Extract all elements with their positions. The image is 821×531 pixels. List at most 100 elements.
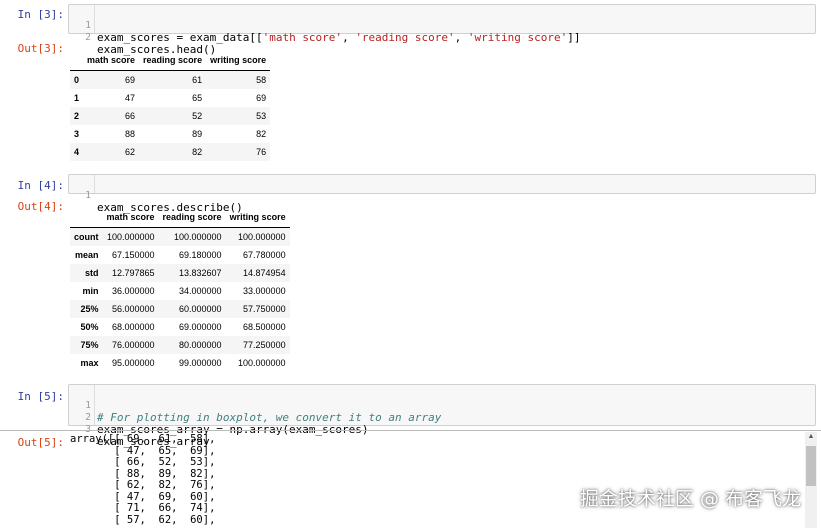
code-line: 1 exam_scores = exam_data[['math score',… [69, 8, 815, 44]
table-cell: 34.000000 [179, 286, 222, 296]
code-line: 2 exam_scores.head() [69, 20, 815, 56]
code-line: 3 exam_scores_array [69, 412, 815, 448]
table-cell: 60.000000 [179, 304, 222, 314]
table-cell: 57.750000 [243, 304, 286, 314]
table-cell: 65 [192, 93, 203, 103]
output-prompt-4: Out[4]: [17, 200, 64, 213]
watermark: 掘金技术社区 @ 布客飞龙 [579, 488, 801, 510]
input-prompt-3: In [3]: [17, 8, 64, 21]
table-cell: 67.780000 [243, 250, 286, 260]
code-input-cell-5[interactable]: 1 # For plotting in boxplot, we convert … [68, 384, 816, 448]
table-cell: 100.000000 [238, 358, 286, 368]
table-row: 4 62 82 76 [70, 143, 271, 161]
array-output-text: array([[ 69, 61, 58], [ 47, 65, 69], [ 6… [70, 433, 216, 526]
code-input-cell-3[interactable]: 1 exam_scores = exam_data[['math score',… [68, 4, 816, 56]
table-row: 2 66 52 53 [70, 107, 271, 125]
table-cell: 80.000000 [179, 340, 222, 350]
table-cell: 61 [192, 75, 203, 85]
table-cell: 95.000000 [111, 358, 155, 368]
head-dataframe-table: math score reading score writing score 0 69… [70, 50, 271, 161]
table-cell: 62 [125, 147, 136, 157]
column-header [70, 50, 84, 71]
row-index: 2 [74, 111, 80, 121]
table-cell: 100.000000 [106, 232, 155, 242]
table-cell: 67.150000 [111, 250, 155, 260]
table-cell: 76.000000 [111, 340, 155, 350]
table-cell: 36.000000 [111, 286, 155, 296]
table-cell: 69.180000 [179, 250, 222, 260]
table-row: min 36.000000 34.000000 33.000000 [70, 282, 290, 300]
table-cell: 53 [256, 111, 267, 121]
row-index: count [74, 232, 99, 242]
table-header-row: math score reading score writing score [70, 207, 290, 228]
scroll-up-arrow-icon[interactable]: ▲ [805, 432, 817, 442]
table-cell: 77.250000 [243, 340, 286, 350]
column-header: math score [102, 207, 159, 228]
table-cell: 69.000000 [179, 322, 222, 332]
row-index: max [80, 358, 99, 368]
input-prompt-5: In [5]: [17, 390, 64, 403]
table-row: 50% 68.000000 69.000000 68.500000 [70, 318, 290, 336]
string-literal: 'math score' [262, 31, 343, 44]
table-cell: 89 [192, 129, 203, 139]
table-row: std 12.797865 13.832607 14.874954 [70, 264, 290, 282]
column-header: reading score [158, 207, 226, 228]
table-cell: 82 [192, 147, 203, 157]
table-cell: 100.000000 [238, 232, 286, 242]
output-prompt-5: Out[5]: [17, 436, 64, 449]
output-scrollbar[interactable]: ▲ [805, 432, 817, 528]
input-prompt-4: In [4]: [17, 179, 64, 192]
row-index: 50% [80, 322, 99, 332]
table-row: 25% 56.000000 60.000000 57.750000 [70, 300, 290, 318]
table-cell: 52 [192, 111, 203, 121]
code-line: 1 # For plotting in boxplot, we convert … [69, 388, 815, 424]
table-cell: 100.000000 [174, 232, 222, 242]
row-index: mean [74, 250, 99, 260]
table-cell: 58 [256, 75, 267, 85]
table-row: 1 47 65 69 [70, 89, 270, 107]
code-line: 2 exam_scores_array = np.array(exam_scor… [69, 400, 815, 436]
describe-dataframe-table: math score reading score writing score cou… [70, 207, 290, 372]
row-index: 75% [80, 340, 99, 350]
row-index: 3 [74, 129, 80, 139]
table-row: max 95.000000 99.000000 100.000000 [70, 354, 290, 372]
table-row: mean 67.150000 69.180000 67.780000 [70, 246, 290, 264]
table-row: count 100.000000 100.000000 100.000000 [70, 227, 290, 246]
table-cell: 13.832607 [179, 268, 222, 278]
table-row: 75% 76.000000 80.000000 77.250000 [70, 336, 290, 354]
table-row: 0 69 61 58 [70, 70, 271, 89]
table-cell: 33.000000 [243, 286, 286, 296]
row-index: 25% [80, 304, 99, 314]
row-index: std [85, 268, 99, 278]
column-header: math score [83, 50, 140, 71]
scrollbar-thumb[interactable] [806, 446, 816, 486]
table-cell: 69 [125, 75, 136, 85]
line-number: 2 [85, 32, 91, 43]
column-header: writing score [206, 50, 271, 71]
output-prompt-3: Out[3]: [17, 42, 64, 55]
code-line: 1 exam_scores.describe() [69, 178, 815, 214]
table-cell: 12.797865 [111, 268, 155, 278]
row-index: 0 [74, 75, 80, 85]
table-cell: 82 [256, 129, 267, 139]
table-header-row: math score reading score writing score [70, 50, 271, 71]
row-index: 4 [74, 147, 80, 157]
table-cell: 66 [125, 111, 136, 121]
string-literal: 'writing score' [467, 31, 568, 44]
column-header [70, 207, 103, 228]
row-index: min [82, 286, 99, 296]
line-number: 1 [85, 190, 91, 201]
table-cell: 14.874954 [243, 268, 286, 278]
table-row: 3 88 89 82 [70, 125, 270, 143]
table-cell: 99.000000 [179, 358, 222, 368]
table-cell: 68.500000 [243, 322, 286, 332]
column-header: writing score [225, 207, 290, 228]
string-literal: 'reading score' [355, 31, 455, 44]
table-cell: 68.000000 [111, 322, 155, 332]
table-cell: 69 [256, 93, 267, 103]
table-cell: 56.000000 [111, 304, 155, 314]
table-cell: 88 [125, 129, 136, 139]
code-input-cell-4[interactable]: 1 exam_scores.describe() [68, 174, 816, 214]
table-cell: 76 [256, 147, 267, 157]
table-cell: 47 [125, 93, 136, 103]
